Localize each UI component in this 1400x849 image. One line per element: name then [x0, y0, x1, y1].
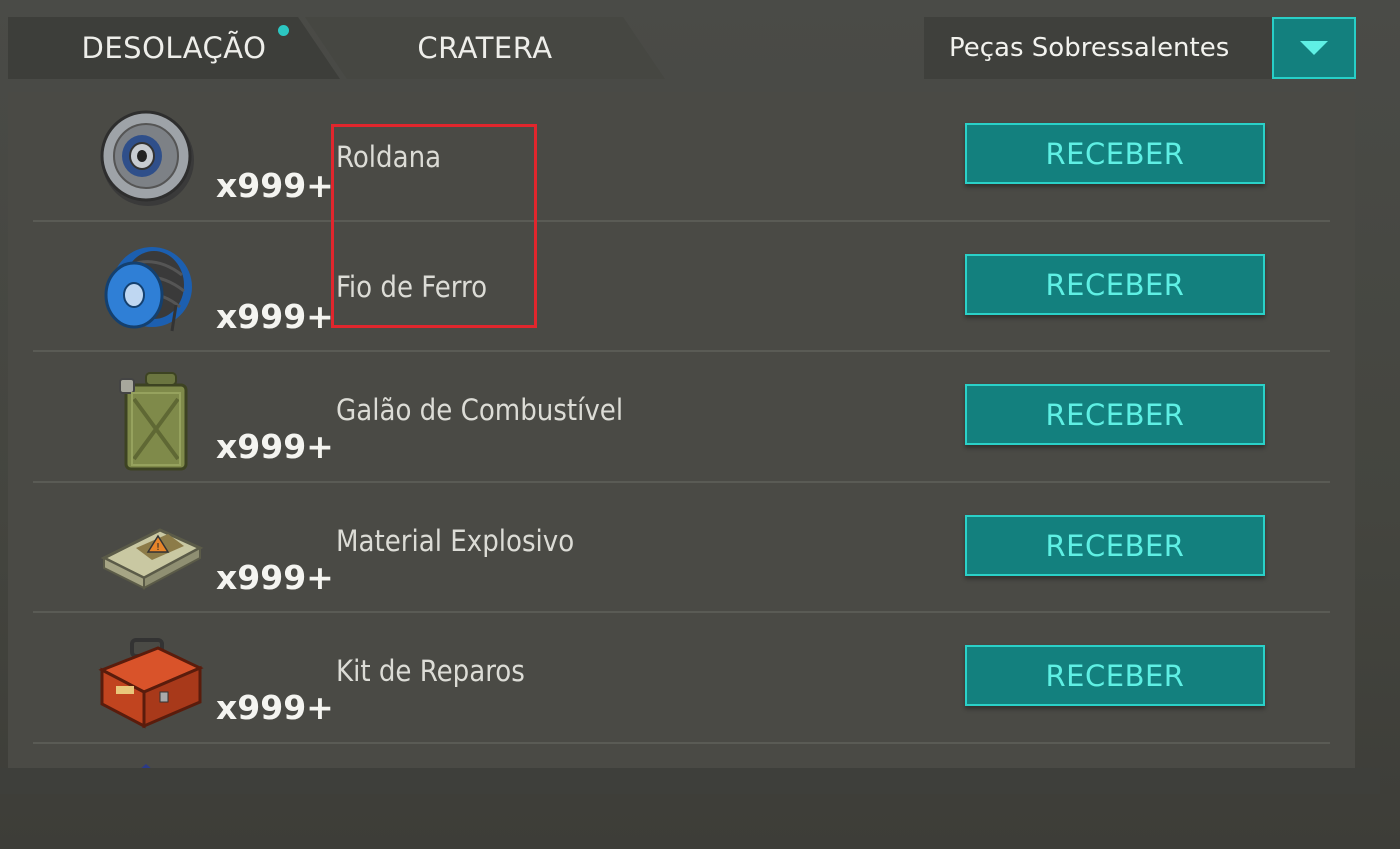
tab-bar: DESOLAÇÃO CRATERA Peças Sobressalentes [0, 0, 1400, 92]
explosive-icon: ! [100, 528, 204, 590]
tab-desolacao-label: DESOLAÇÃO [81, 31, 267, 65]
row-divider [33, 350, 1330, 352]
item-list[interactable]: x999+ Roldana RECEBER x999+ Fio de Ferro… [8, 92, 1355, 768]
next-item-icon [141, 764, 151, 768]
pulley-icon [100, 110, 194, 206]
list-item: x999+ Roldana RECEBER [8, 92, 1355, 223]
row-divider [33, 742, 1330, 744]
item-quantity: x999+ [216, 297, 334, 336]
row-divider [33, 611, 1330, 613]
receive-button[interactable]: RECEBER [965, 645, 1265, 706]
tab-cratera-label: CRATERA [417, 31, 553, 65]
tab-desolacao[interactable]: DESOLAÇÃO [8, 17, 340, 79]
dropdown-toggle-button[interactable] [1272, 17, 1356, 79]
svg-text:!: ! [156, 542, 160, 553]
item-name: Galão de Combustível [336, 393, 624, 427]
item-quantity: x999+ [216, 166, 334, 205]
item-quantity: x999+ [216, 427, 334, 466]
highlight-box [331, 124, 537, 328]
item-quantity: x999+ [216, 558, 334, 597]
list-item: ! x999+ Material Explosivo RECEBER [8, 484, 1355, 615]
receive-button[interactable]: RECEBER [965, 123, 1265, 184]
jerrycan-icon [119, 372, 188, 471]
receive-button[interactable]: RECEBER [965, 254, 1265, 315]
wire-spool-icon [104, 247, 192, 332]
category-dropdown[interactable]: Peças Sobressalentes [924, 17, 1356, 79]
row-divider [33, 481, 1330, 483]
row-divider [33, 220, 1330, 222]
item-quantity: x999+ [216, 688, 334, 727]
notification-dot [278, 25, 289, 36]
list-item: x999+ Galão de Combustível RECEBER [8, 353, 1355, 484]
tab-cratera[interactable]: CRATERA [305, 17, 665, 79]
list-item: x999+ Fio de Ferro RECEBER [8, 223, 1355, 354]
receive-button[interactable]: RECEBER [965, 384, 1265, 445]
receive-button[interactable]: RECEBER [965, 515, 1265, 576]
dropdown-selected-label: Peças Sobressalentes [949, 33, 1230, 63]
list-item: x999+ Kit de Reparos RECEBER [8, 614, 1355, 745]
bottom-band [0, 768, 1380, 794]
chevron-down-icon [1300, 41, 1328, 55]
item-name: Material Explosivo [336, 524, 575, 558]
item-name: Kit de Reparos [336, 654, 525, 688]
toolbox-icon [98, 638, 204, 729]
